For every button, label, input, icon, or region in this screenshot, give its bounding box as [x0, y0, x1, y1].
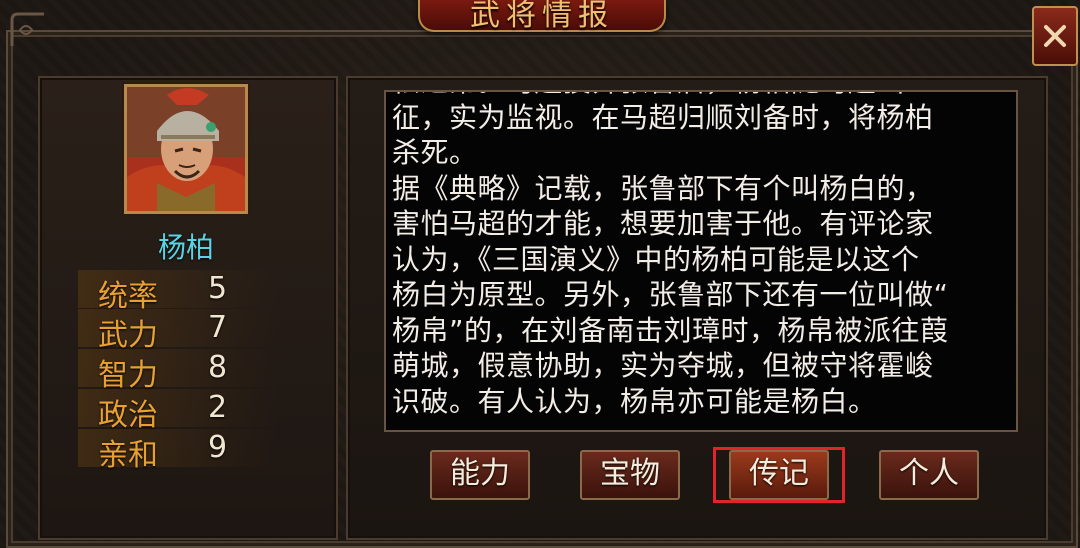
stat-label: 亲和 [98, 438, 158, 473]
stat-row-force: 武力 7 [78, 309, 278, 353]
selection-highlight [713, 447, 845, 503]
tab-treasure[interactable]: 宝物 [580, 450, 680, 500]
ornament-icon [10, 12, 44, 46]
title-plate: 武将情报 [418, 0, 666, 33]
general-portrait [124, 84, 248, 214]
stat-row-intelligence: 智力 8 [78, 349, 278, 393]
close-icon [1044, 25, 1066, 47]
biography-text: 松之弟。马超投奔张鲁后，杨柏随马超出 征，实为监视。在马超归顺刘备时，将杨柏 杀… [392, 92, 949, 418]
portrait-image [127, 87, 245, 211]
stat-row-politics: 政治 2 [78, 389, 278, 433]
stat-value: 2 [208, 390, 228, 425]
stat-label: 政治 [98, 398, 158, 433]
stat-value: 8 [208, 350, 228, 385]
biography-scroll-area[interactable]: 松之弟。马超投奔张鲁后，杨柏随马超出 征，实为监视。在马超归顺刘备时，将杨柏 杀… [384, 90, 1018, 432]
stat-value: 9 [208, 430, 228, 465]
stat-label: 武力 [98, 318, 158, 353]
stat-value: 5 [208, 271, 228, 306]
close-button[interactable] [1032, 6, 1078, 66]
general-name: 杨柏 [157, 231, 214, 264]
stat-value: 7 [208, 310, 228, 345]
stat-row-charisma: 亲和 9 [78, 429, 278, 473]
tab-personal[interactable]: 个人 [879, 450, 979, 500]
tab-ability[interactable]: 能力 [430, 450, 530, 500]
stat-label: 智力 [98, 358, 158, 393]
stat-row-command: 统率 5 [78, 270, 278, 314]
window-title: 武将情报 [470, 0, 614, 33]
